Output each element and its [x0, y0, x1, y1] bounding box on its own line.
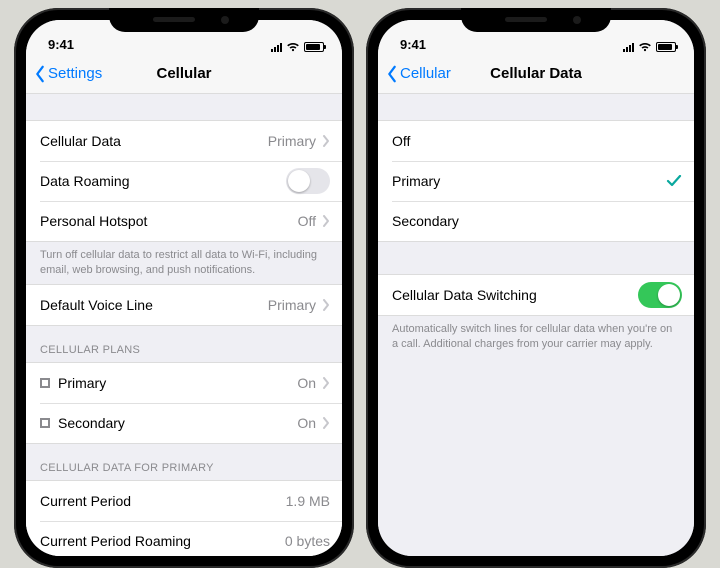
- row-data-switching[interactable]: Cellular Data Switching: [378, 275, 694, 315]
- chevron-left-icon: [34, 65, 46, 83]
- cell-label: Data Roaming: [40, 173, 130, 189]
- toggle-data-roaming[interactable]: [286, 168, 330, 194]
- row-personal-hotspot[interactable]: Personal Hotspot Off: [26, 201, 342, 241]
- group-header-plans: CELLULAR PLANS: [26, 326, 342, 362]
- row-option-primary[interactable]: Primary: [378, 161, 694, 201]
- notch: [461, 8, 611, 32]
- cell-label: Current Period Roaming: [40, 533, 191, 549]
- nav-bar: Settings Cellular: [26, 54, 342, 94]
- status-time: 9:41: [48, 37, 74, 52]
- group-header-usage: CELLULAR DATA FOR PRIMARY: [26, 444, 342, 480]
- cellular-signal-icon: [623, 42, 634, 52]
- sim-icon: [40, 378, 50, 388]
- row-plan-primary[interactable]: Primary On: [26, 363, 342, 403]
- chevron-left-icon: [386, 65, 398, 83]
- toggle-data-switching[interactable]: [638, 282, 682, 308]
- chevron-right-icon: [322, 135, 330, 147]
- cell-label: Personal Hotspot: [40, 213, 147, 229]
- back-label: Cellular: [400, 65, 451, 82]
- group-cellular: Cellular Data Primary Data Roaming Perso…: [26, 120, 342, 242]
- battery-icon: [656, 42, 676, 52]
- group-footer-switching: Automatically switch lines for cellular …: [378, 316, 694, 358]
- status-icons: [271, 42, 324, 52]
- cell-value: On: [297, 415, 316, 431]
- row-plan-secondary[interactable]: Secondary On: [26, 403, 342, 443]
- chevron-right-icon: [322, 377, 330, 389]
- cell-label: Default Voice Line: [40, 297, 153, 313]
- back-button[interactable]: Cellular: [386, 65, 451, 83]
- group-footer-hotspot: Turn off cellular data to restrict all d…: [26, 242, 342, 284]
- group-usage: Current Period 1.9 MB Current Period Roa…: [26, 480, 342, 556]
- cell-label: Secondary: [58, 415, 125, 431]
- cell-value: 1.9 MB: [286, 493, 330, 509]
- content-left: Cellular Data Primary Data Roaming Perso…: [26, 94, 342, 556]
- cell-value: Off: [298, 213, 316, 229]
- row-default-voice[interactable]: Default Voice Line Primary: [26, 285, 342, 325]
- sim-icon: [40, 418, 50, 428]
- status-time: 9:41: [400, 37, 426, 52]
- chevron-right-icon: [322, 417, 330, 429]
- group-options: Off Primary Secondary: [378, 120, 694, 242]
- row-cellular-data[interactable]: Cellular Data Primary: [26, 121, 342, 161]
- group-switching: Cellular Data Switching: [378, 274, 694, 316]
- row-option-off[interactable]: Off: [378, 121, 694, 161]
- row-current-period-roaming: Current Period Roaming 0 bytes: [26, 521, 342, 556]
- cell-label: Cellular Data: [40, 133, 121, 149]
- cell-value: Primary: [268, 133, 316, 149]
- cellular-signal-icon: [271, 42, 282, 52]
- row-option-secondary[interactable]: Secondary: [378, 201, 694, 241]
- wifi-icon: [286, 42, 300, 52]
- screen-left: 9:41 Settings Cellular Cellular Data Pri…: [26, 20, 342, 556]
- content-right: Off Primary Secondary Cellular Data Swit…: [378, 94, 694, 556]
- cell-label: Current Period: [40, 493, 131, 509]
- row-current-period: Current Period 1.9 MB: [26, 481, 342, 521]
- notch: [109, 8, 259, 32]
- status-icons: [623, 42, 676, 52]
- chevron-right-icon: [322, 299, 330, 311]
- checkmark-icon: [666, 175, 682, 187]
- screen-right: 9:41 Cellular Cellular Data Off Primary: [378, 20, 694, 556]
- cell-value: On: [297, 375, 316, 391]
- battery-icon: [304, 42, 324, 52]
- cell-label: Primary: [392, 173, 440, 189]
- group-voice: Default Voice Line Primary: [26, 284, 342, 326]
- row-data-roaming[interactable]: Data Roaming: [26, 161, 342, 201]
- back-label: Settings: [48, 65, 102, 82]
- cell-value: Primary: [268, 297, 316, 313]
- cell-label: Cellular Data Switching: [392, 287, 537, 303]
- cell-label: Off: [392, 133, 410, 149]
- group-plans: Primary On Secondary On: [26, 362, 342, 444]
- phone-right: 9:41 Cellular Cellular Data Off Primary: [366, 8, 706, 568]
- nav-bar: Cellular Cellular Data: [378, 54, 694, 94]
- chevron-right-icon: [322, 215, 330, 227]
- cell-value: 0 bytes: [285, 533, 330, 549]
- cell-label: Primary: [58, 375, 106, 391]
- wifi-icon: [638, 42, 652, 52]
- phone-left: 9:41 Settings Cellular Cellular Data Pri…: [14, 8, 354, 568]
- back-button[interactable]: Settings: [34, 65, 102, 83]
- cell-label: Secondary: [392, 213, 459, 229]
